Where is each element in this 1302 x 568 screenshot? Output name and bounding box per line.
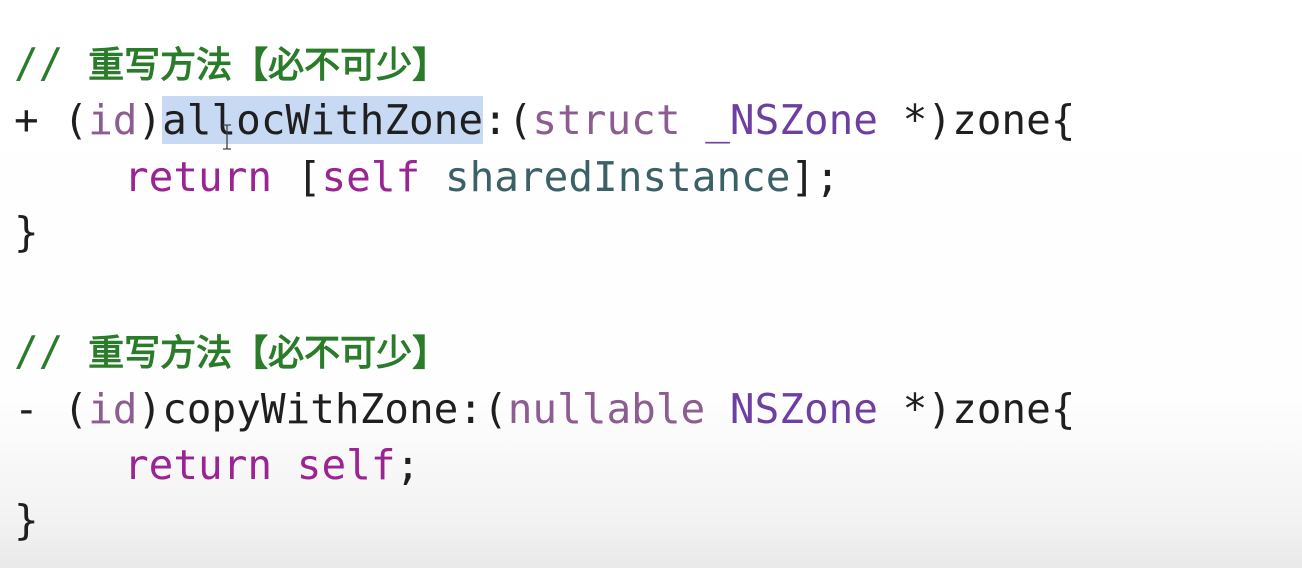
return-keyword: return: [124, 441, 273, 489]
return-keyword: return: [124, 153, 273, 201]
nullable-keyword: nullable: [507, 385, 706, 433]
param-type: _NSZone: [680, 96, 878, 144]
open-paren: (: [63, 96, 89, 144]
method-name[interactable]: copyWithZone: [162, 385, 458, 433]
struct-keyword: struct: [532, 96, 681, 144]
open-paren: (: [63, 385, 89, 433]
comment-line: // 重写方法【必不可少】: [14, 325, 448, 377]
colon-paren: :(: [483, 96, 533, 144]
comment-prefix: //: [14, 327, 89, 375]
pointer: *): [878, 96, 953, 144]
instance-method-sign: -: [14, 385, 64, 433]
param-name: zone{: [952, 96, 1076, 144]
pointer: *): [878, 385, 953, 433]
param-type: NSZone: [705, 385, 878, 433]
semicolon: ;: [395, 441, 421, 489]
self-keyword: self: [321, 153, 421, 201]
close-bracket: ];: [790, 153, 840, 201]
method-signature-line[interactable]: - (id)copyWithZone:(nullable NSZone *)zo…: [14, 383, 1075, 435]
message-name: sharedInstance: [420, 153, 791, 201]
closing-brace: }: [14, 496, 39, 544]
comment-prefix: //: [14, 39, 89, 87]
method-signature-line[interactable]: + (id)allocWithZone:(struct _NSZone *)zo…: [14, 94, 1075, 146]
colon-paren: :(: [458, 385, 508, 433]
comment-text: 重写方法【必不可少】: [88, 333, 449, 374]
method-body-line[interactable]: return [self sharedInstance];: [14, 151, 840, 203]
close-paren: ): [137, 385, 163, 433]
comment-line: // 重写方法【必不可少】: [14, 37, 448, 89]
comment-text: 重写方法【必不可少】: [88, 45, 449, 86]
param-name: zone{: [952, 385, 1076, 433]
return-type: id: [88, 96, 138, 144]
method-body-line[interactable]: return self;: [14, 439, 420, 491]
close-paren: ): [137, 96, 163, 144]
code-editor[interactable]: // 重写方法【必不可少】 + (id)allocWithZone:(struc…: [0, 0, 1302, 568]
i-beam-cursor-icon: [222, 124, 232, 150]
return-type: id: [88, 385, 138, 433]
open-bracket: [: [272, 153, 322, 201]
closing-brace: }: [14, 208, 39, 256]
class-method-sign: +: [14, 96, 64, 144]
selected-method-name[interactable]: allocWithZone: [162, 96, 484, 144]
self-keyword: self: [296, 441, 396, 489]
